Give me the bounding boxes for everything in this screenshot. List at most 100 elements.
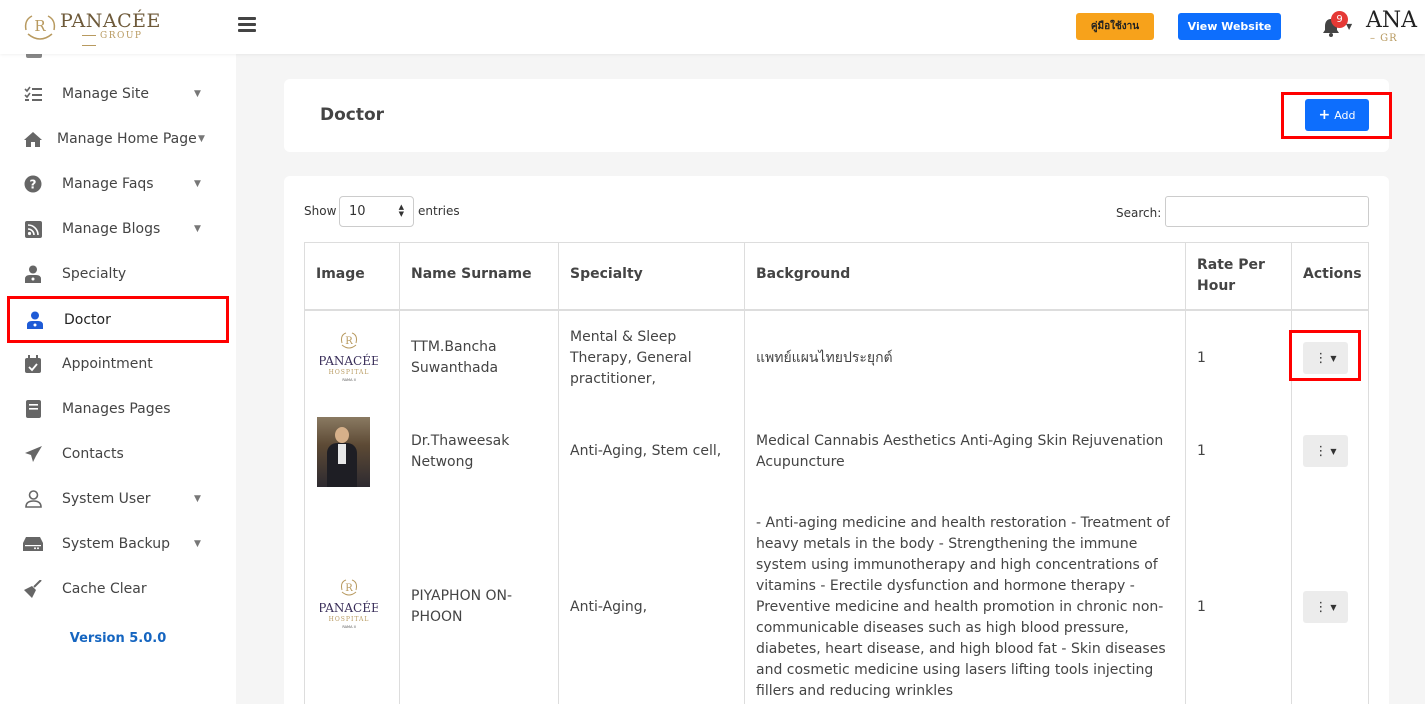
column-header-actions: Actions [1303,266,1362,282]
menu-toggle-icon[interactable] [238,17,256,33]
table-row: R PANACÉE HOSPITAL RAMA II TTM.Bancha Su… [304,311,1369,414]
sidebar-item-label: System User [62,491,151,507]
sidebar-item-manage-home-page[interactable]: Manage Home Page ▼ [8,117,228,161]
cell-specialty: Anti-Aging, Stem cell, [570,443,722,459]
search-label: Search: [1116,206,1162,220]
sidebar-item-specialty[interactable]: Specialty [8,252,228,296]
book-icon [22,399,44,419]
sidebar-scroll-stub [26,54,42,58]
logo-sub: HOSPITAL [329,369,370,376]
caret-down-icon: ▼ [1330,353,1337,363]
ellipsis-vertical-icon: ⋮ [1314,350,1328,366]
row-actions-button[interactable]: ⋮ ▼ [1303,591,1348,623]
hdd-icon [22,534,44,554]
chevron-down-icon: ▼ [194,89,201,99]
chevron-down-icon: ▼ [194,224,201,234]
sidebar-item-contacts[interactable]: Contacts [8,432,228,476]
manual-button[interactable]: คู่มือใช้งาน [1076,13,1154,40]
row-actions-button[interactable]: ⋮ ▼ [1303,342,1348,374]
caret-down-icon: ▼ [1330,602,1337,612]
svg-text:?: ? [30,178,37,192]
row-actions-button[interactable]: ⋮ ▼ [1303,435,1348,467]
sidebar-item-label: Specialty [62,266,127,282]
sidebar-item-manages-pages[interactable]: Manages Pages [8,387,228,431]
page-title: Doctor [320,105,385,125]
user-doctor-icon [24,310,46,330]
sidebar-item-label: Manages Pages [62,401,171,417]
sidebar-item-label: Appointment [62,356,153,372]
show-label: Show [304,204,337,218]
sidebar-item-label: Manage Faqs [62,176,154,192]
cell-background: - Anti-aging medicine and health restora… [756,515,1170,699]
chevron-down-icon[interactable]: ▼ [1346,22,1352,31]
logo-tiny: RAMA II [342,378,355,382]
column-header-name[interactable]: Name Surname [411,266,532,282]
plus-icon: + [1318,107,1331,123]
ellipsis-vertical-icon: ⋮ [1314,599,1328,615]
calendar-check-icon [22,354,44,374]
logo-crest-icon: R [24,15,56,40]
chevron-down-icon: ▼ [194,539,201,549]
brand-logo[interactable]: R PANACÉE GROUP [22,8,160,46]
sidebar-item-label: Cache Clear [62,581,147,597]
table-row: R PANACÉE HOSPITAL RAMA II PIYAPHON ON-P… [304,508,1369,704]
user-brand-name[interactable]: ANA [1366,8,1417,33]
search-input[interactable] [1165,196,1369,227]
column-header-background[interactable]: Background [756,266,850,282]
add-button-label: Add [1334,108,1356,122]
sidebar-item-doctor[interactable]: Doctor [7,296,229,343]
sidebar-item-label: Manage Blogs [62,221,161,237]
select-arrows-icon: ▲ ▼ [398,203,404,218]
sidebar-item-manage-faqs[interactable]: ? Manage Faqs ▼ [8,162,228,206]
question-circle-icon: ? [22,174,44,194]
sidebar-item-system-backup[interactable]: System Backup ▼ [8,522,228,566]
sidebar-item-label: Manage Home Page [57,131,197,147]
logo-name: PANACÉE [320,353,378,368]
user-brand-sub: – GR [1370,33,1398,44]
cell-specialty: Anti-Aging, [570,599,648,615]
view-website-button[interactable]: View Website [1178,13,1281,40]
sidebar-item-manage-site[interactable]: Manage Site ▼ [8,72,228,116]
cell-rate: 1 [1197,443,1206,459]
cell-rate: 1 [1197,599,1206,615]
logo-name: PANACÉE [60,10,161,32]
column-header-image[interactable]: Image [316,266,365,282]
svg-text:R: R [345,583,353,594]
add-button[interactable]: + Add [1305,99,1369,131]
sidebar-item-system-user[interactable]: System User ▼ [8,477,228,521]
logo-name: PANACÉE [320,600,378,615]
rss-icon [22,219,44,239]
sidebar-item-manage-blogs[interactable]: Manage Blogs ▼ [8,207,228,251]
ellipsis-vertical-icon: ⋮ [1314,443,1328,459]
svg-text:R: R [345,336,353,347]
cell-name: PIYAPHON ON-PHOON [411,588,513,625]
column-header-rate[interactable]: Rate Per Hour [1197,255,1277,297]
sidebar: Manage Site ▼ Manage Home Page ▼ ? Manag… [0,54,236,704]
caret-down-icon: ▼ [1330,446,1337,456]
entries-label: entries [418,204,460,218]
page-header-card: Doctor + Add [284,79,1392,152]
doctor-table-card: Show 10 ▲ ▼ entries Search: Image Name Su… [284,176,1389,704]
sidebar-item-cache-clear[interactable]: Cache Clear [8,567,228,611]
user-doctor-icon [22,264,44,284]
panacee-hospital-logo: R PANACÉE HOSPITAL RAMA II [320,332,378,382]
home-icon [22,129,44,149]
cell-name: Dr.Thaweesak Netwong [411,433,510,470]
entries-select[interactable]: 10 ▲ ▼ [339,196,414,227]
cell-specialty: Mental & Sleep Therapy, General practiti… [570,329,692,387]
user-icon [22,489,44,509]
sidebar-item-label: Contacts [62,446,124,462]
column-header-specialty[interactable]: Specialty [570,266,643,282]
cell-rate: 1 [1197,350,1206,366]
doctor-photo [317,417,370,487]
top-bar: R PANACÉE GROUP คู่มือใช้งาน View Websit… [0,0,1425,54]
chevron-down-icon: ▼ [194,494,201,504]
chevron-down-icon: ▼ [198,134,205,144]
sidebar-item-appointment[interactable]: Appointment [8,342,228,386]
cell-background: Medical Cannabis Aesthetics Anti-Aging S… [756,433,1164,470]
logo-sub: HOSPITAL [329,616,370,623]
entries-select-value: 10 [349,204,366,219]
table-row: Dr.Thaweesak Netwong Anti-Aging, Stem ce… [304,414,1369,496]
chevron-down-icon: ▼ [194,179,201,189]
sidebar-item-label: Doctor [64,311,111,328]
